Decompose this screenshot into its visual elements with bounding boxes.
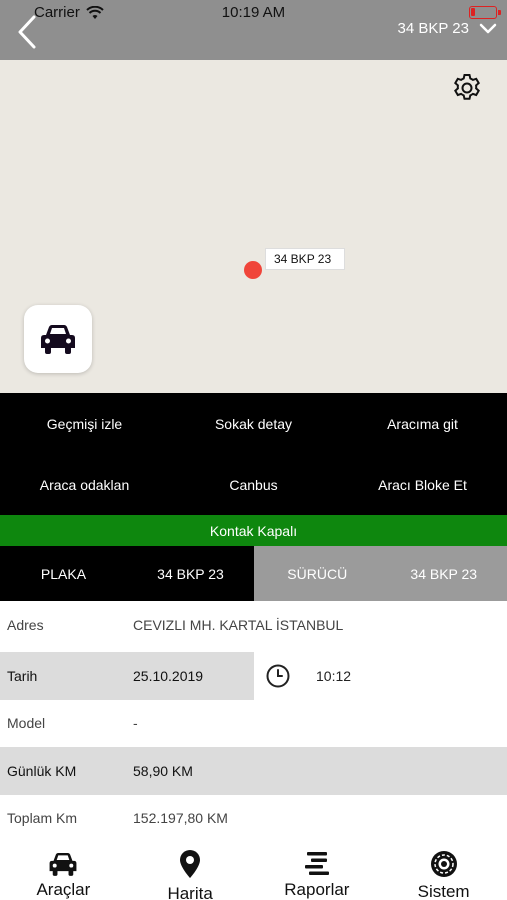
system-icon — [430, 851, 457, 877]
tab-map-label: Harita — [167, 884, 213, 900]
time-value: 10:12 — [316, 668, 352, 684]
gear-icon — [454, 74, 480, 100]
back-button[interactable] — [14, 14, 44, 50]
history-button[interactable]: Geçmişi izle — [0, 393, 169, 454]
tab-vehicles[interactable]: Araçlar — [0, 840, 127, 900]
plate-label: PLAKA — [40, 565, 87, 582]
reports-icon — [304, 852, 329, 875]
date-label: Tarih — [7, 668, 38, 684]
chevron-left-icon — [18, 15, 36, 49]
model-row: Model - — [0, 699, 507, 747]
chevron-down-icon — [479, 23, 497, 33]
block-vehicle-button[interactable]: Aracı Bloke Et — [338, 454, 507, 515]
clock-icon — [266, 664, 290, 688]
focus-vehicle-button[interactable] — [24, 305, 92, 373]
focus-on-vehicle-button[interactable]: Araca odaklan — [0, 454, 169, 515]
total-km-value: 152.197,80 KM — [133, 810, 228, 826]
total-km-label: Toplam Km — [7, 810, 78, 826]
tab-vehicles-label: Araçlar — [36, 880, 91, 899]
tab-reports-label: Raporlar — [284, 880, 350, 899]
ignition-status-bar: Kontak Kapalı — [0, 515, 507, 546]
car-icon — [49, 852, 77, 876]
total-km-row: Toplam Km 152.197,80 KM — [0, 794, 507, 842]
tab-system[interactable]: Sistem — [380, 840, 507, 900]
plate-segment: PLAKA 34 BKP 23 — [0, 546, 254, 601]
address-value: CEVIZLI MH. KARTAL İSTANBUL — [133, 617, 344, 633]
plate-driver-row: PLAKA 34 BKP 23 SÜRÜCÜ 34 BKP 23 — [0, 546, 507, 601]
battery-level — [471, 8, 475, 16]
navigate-to-vehicle-button[interactable]: Aracıma git — [338, 393, 507, 454]
tab-bar: Araçlar Harita Raporlar Sistem — [0, 840, 507, 900]
daily-km-row: Günlük KM 58,90 KM — [0, 747, 507, 795]
plate-value: 34 BKP 23 — [157, 565, 224, 582]
vehicle-plate: 34 BKP 23 — [397, 20, 469, 37]
date-value: 25.10.2019 — [133, 668, 204, 684]
map-settings-button[interactable] — [451, 72, 483, 104]
car-icon — [41, 325, 75, 354]
driver-value: 34 BKP 23 — [410, 565, 478, 582]
status-time: 10:19 AM — [221, 4, 286, 21]
driver-segment[interactable]: SÜRÜCÜ 34 BKP 23 — [254, 546, 507, 601]
action-grid: Geçmişi izle Sokak detay Aracıma git Ara… — [0, 393, 507, 515]
vehicle-selector[interactable]: 34 BKP 23 — [398, 20, 497, 37]
address-row: Adres CEVIZLI MH. KARTAL İSTANBUL — [0, 601, 507, 649]
top-bar: Carrier 10:19 AM 34 BKP 23 — [0, 0, 507, 60]
tab-map[interactable]: Harita — [127, 840, 254, 900]
canbus-button[interactable]: Canbus — [169, 454, 338, 515]
address-label: Adres — [7, 617, 44, 633]
marker-label: 34 BKP 23 — [265, 248, 345, 270]
tab-system-label: Sistem — [417, 882, 470, 900]
daily-km-label: Günlük KM — [7, 763, 77, 779]
date-row: Tarih 25.10.2019 10:12 — [0, 652, 507, 700]
tab-reports[interactable]: Raporlar — [254, 840, 381, 900]
model-label: Model — [7, 715, 46, 731]
location-pin-icon — [180, 850, 201, 878]
street-detail-button[interactable]: Sokak detay — [169, 393, 338, 454]
vehicle-marker[interactable] — [244, 261, 262, 279]
driver-label: SÜRÜCÜ — [287, 565, 348, 582]
model-value: - — [133, 715, 138, 731]
battery-icon — [469, 6, 501, 19]
date-background — [0, 652, 254, 700]
daily-km-value: 58,90 KM — [133, 763, 193, 779]
